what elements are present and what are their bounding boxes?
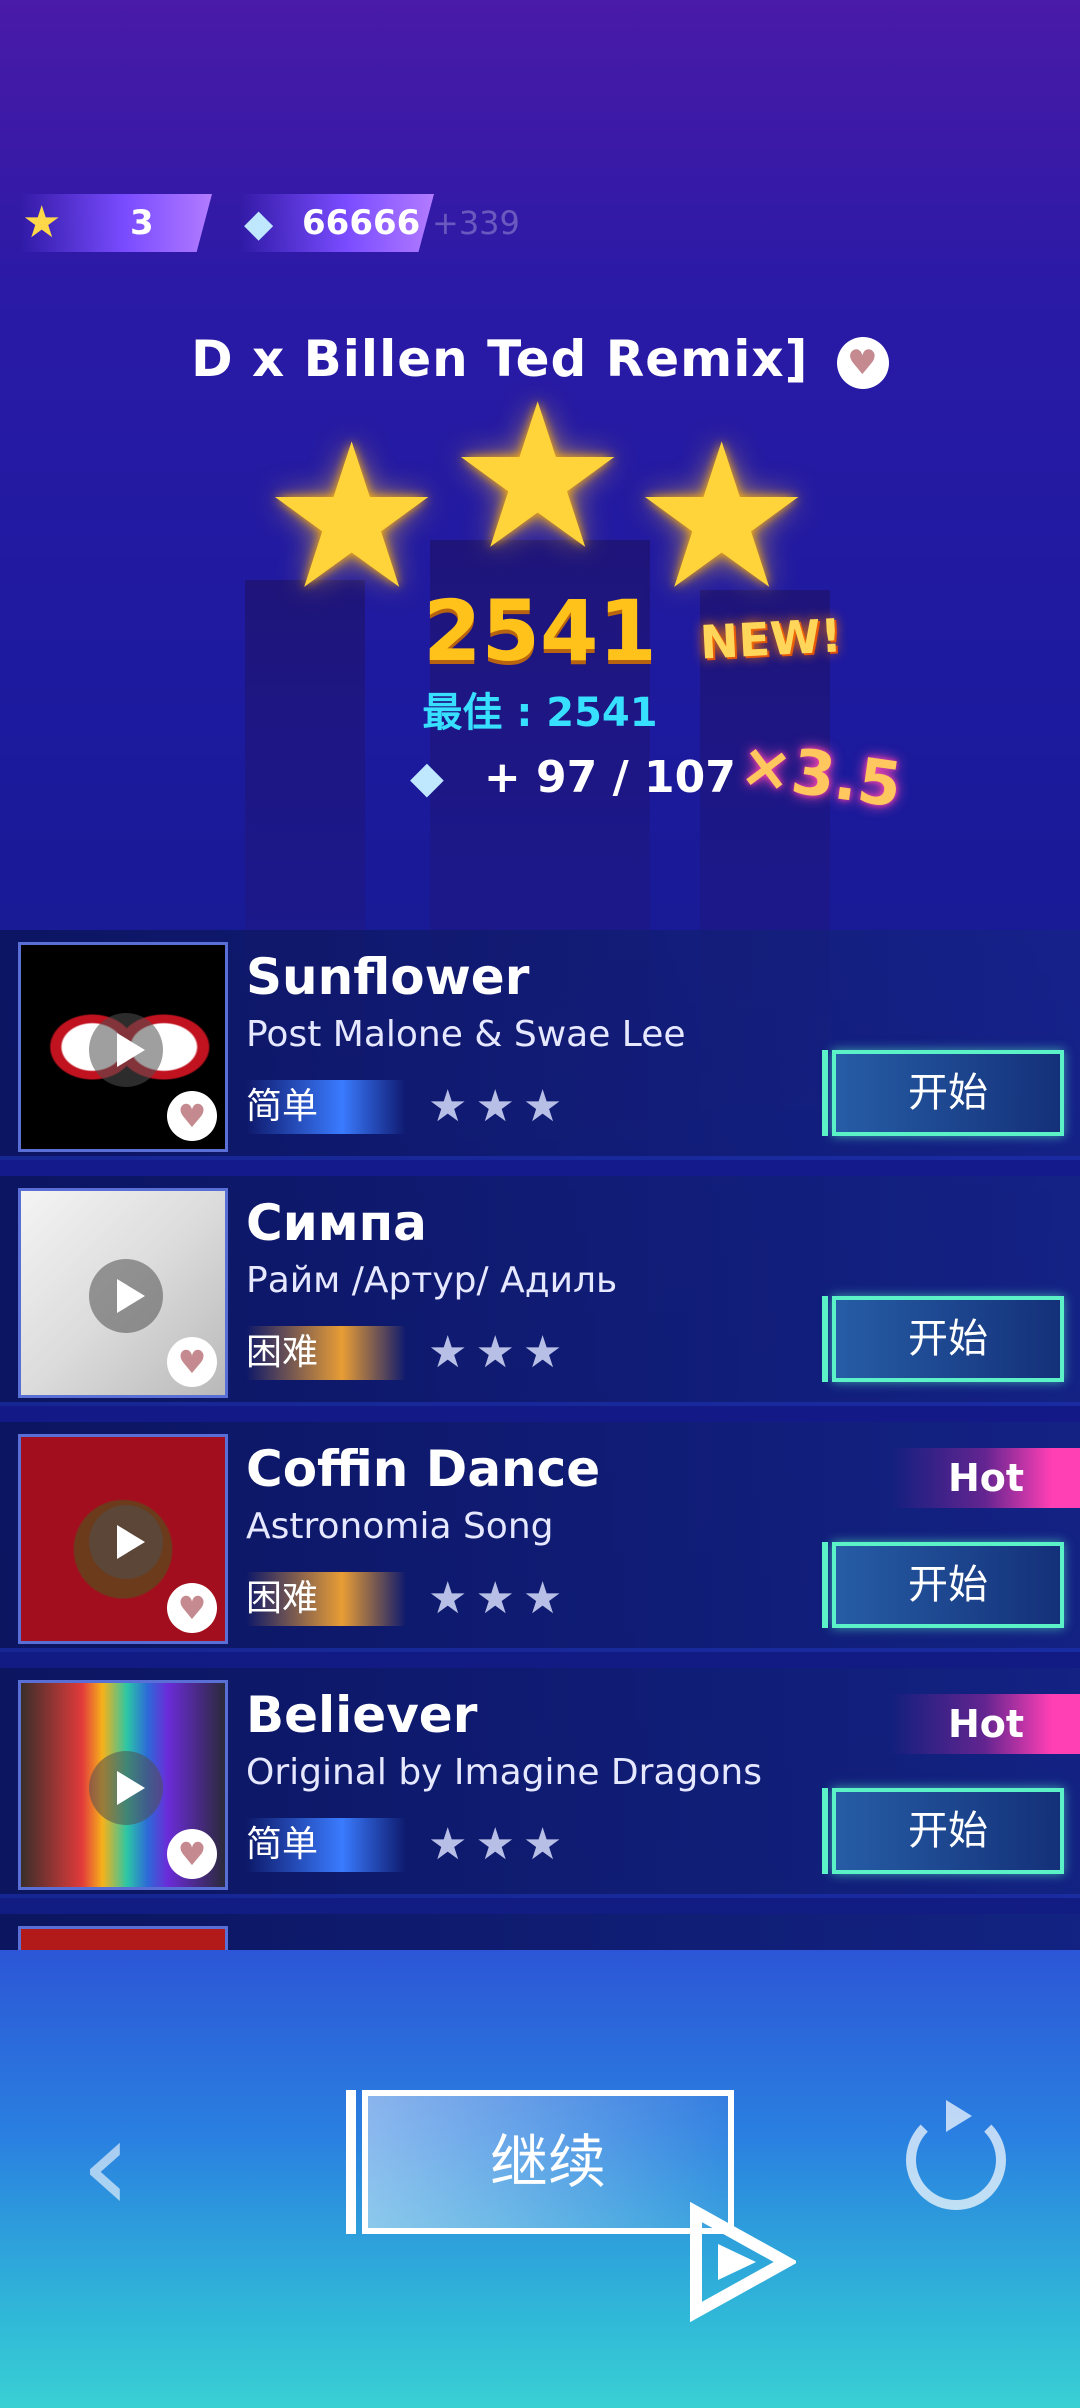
heart-icon[interactable]: ♥ bbox=[167, 1091, 217, 1141]
list-item[interactable]: ♥ Sunflower Post Malone & Swae Lee 简单 ★★… bbox=[0, 930, 1080, 1160]
list-item[interactable]: ♥ Believer Original by Imagine Dragons 简… bbox=[0, 1668, 1080, 1898]
new-record-badge: NEW! bbox=[698, 608, 843, 670]
gem-reward-text: + 97 / 107 bbox=[483, 752, 736, 803]
bottom-controls: ‹ 继续 bbox=[0, 1950, 1080, 2408]
currency-bar: ★ 3 ◆ 66666 +339 bbox=[0, 190, 1080, 260]
song-list[interactable]: ♥ Sunflower Post Malone & Swae Lee 简单 ★★… bbox=[0, 930, 1080, 1950]
start-button[interactable]: 开始 bbox=[822, 1542, 1064, 1628]
chevron-left-icon[interactable]: ‹ bbox=[80, 2100, 132, 2230]
star-rating: ★★★ bbox=[428, 1081, 571, 1132]
stars-count: 3 bbox=[130, 203, 154, 243]
list-item[interactable]: ♥ Coffin Dance Astronomia Song 困难 ★★★ Ho… bbox=[0, 1422, 1080, 1652]
play-arrow-icon bbox=[690, 2202, 796, 2322]
heart-icon[interactable]: ♥ bbox=[167, 1829, 217, 1879]
start-button[interactable]: 开始 bbox=[822, 1050, 1064, 1136]
list-item[interactable] bbox=[0, 1914, 1080, 1950]
gem-reward: ◆ + 97 / 107 bbox=[410, 748, 736, 808]
play-icon[interactable] bbox=[89, 1505, 163, 1579]
album-cover[interactable]: ♥ bbox=[18, 1680, 228, 1890]
gems-bonus: +339 bbox=[432, 204, 520, 242]
song-artist: Post Malone & Swae Lee bbox=[246, 1014, 686, 1055]
heart-icon[interactable]: ♥ bbox=[836, 336, 889, 389]
song-artist: Original by Imagine Dragons bbox=[246, 1752, 762, 1793]
continue-button[interactable]: 继续 bbox=[346, 2090, 734, 2234]
heart-icon[interactable]: ♥ bbox=[167, 1583, 217, 1633]
song-title: Coffin Dance bbox=[246, 1440, 601, 1498]
result-star-2: ★ bbox=[448, 361, 628, 594]
album-cover[interactable] bbox=[18, 1926, 228, 1950]
start-button[interactable]: 开始 bbox=[822, 1788, 1064, 1874]
song-title: Sunflower bbox=[246, 948, 530, 1006]
song-artist: Райм /Артур/ Адиль bbox=[246, 1260, 618, 1301]
play-icon[interactable] bbox=[89, 1751, 163, 1825]
star-rating: ★★★ bbox=[428, 1819, 571, 1870]
heart-icon[interactable]: ♥ bbox=[167, 1337, 217, 1387]
retry-icon[interactable] bbox=[906, 2100, 1006, 2210]
star-rating: ★★★ bbox=[428, 1573, 571, 1624]
song-title: Believer bbox=[246, 1686, 478, 1744]
song-title: Симпа bbox=[246, 1194, 427, 1252]
difficulty-label: 简单 bbox=[246, 1818, 406, 1872]
album-cover[interactable]: ♥ bbox=[18, 1434, 228, 1644]
album-cover[interactable]: ♥ bbox=[18, 1188, 228, 1398]
song-artist: Astronomia Song bbox=[246, 1506, 554, 1547]
play-icon[interactable] bbox=[89, 1013, 163, 1087]
diamond-icon: ◆ bbox=[244, 201, 274, 245]
gems-count: 66666 bbox=[302, 203, 421, 243]
diamond-icon: ◆ bbox=[410, 752, 444, 803]
album-cover[interactable]: ♥ bbox=[18, 942, 228, 1152]
difficulty-label: 困难 bbox=[246, 1326, 406, 1380]
list-item[interactable]: ♥ Симпа Райм /Артур/ Адиль 困难 ★★★ 开始 bbox=[0, 1176, 1080, 1406]
difficulty-label: 困难 bbox=[246, 1572, 406, 1626]
hot-badge: Hot bbox=[890, 1448, 1080, 1508]
start-button[interactable]: 开始 bbox=[822, 1296, 1064, 1382]
difficulty-label: 简单 bbox=[246, 1080, 406, 1134]
star-rating: ★★★ bbox=[428, 1327, 571, 1378]
play-icon[interactable] bbox=[89, 1259, 163, 1333]
best-score: 最佳 : 2541 bbox=[422, 690, 658, 736]
score: 2541 bbox=[423, 582, 657, 680]
star-icon: ★ bbox=[22, 197, 62, 248]
hot-badge: Hot bbox=[890, 1694, 1080, 1754]
